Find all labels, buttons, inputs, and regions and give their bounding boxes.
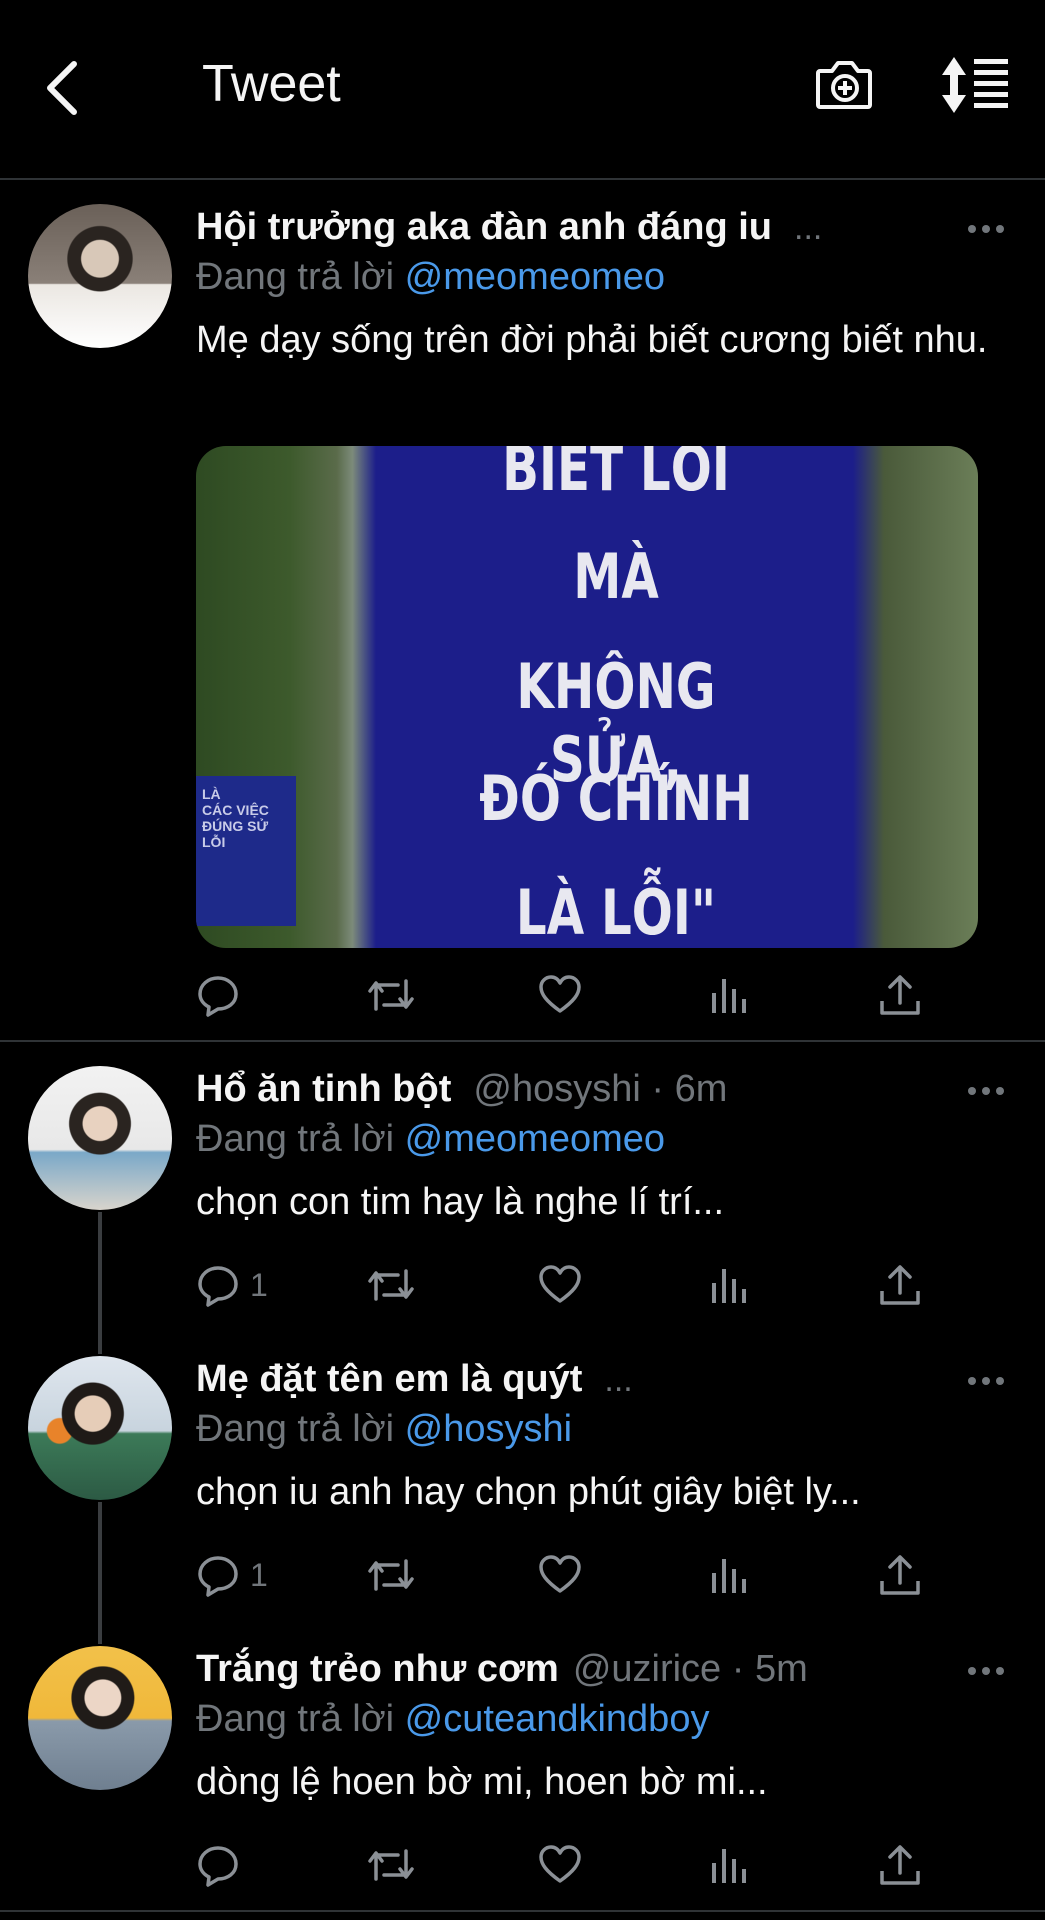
replying-to: Đang trả lời @cuteandkindboy (196, 1698, 709, 1741)
main-tweet[interactable]: Hội trưởng aka đàn anh đáng iu... Đang t… (0, 0, 1045, 1040)
more-dots-icon (968, 1377, 1004, 1385)
author-row: Hổ ăn tinh bột @hosyshi · 6m (196, 1068, 727, 1111)
tweet-text: Mẹ dạy sống trên đời phải biết cương biế… (196, 319, 988, 361)
analytics-icon (712, 979, 746, 1013)
action-bar: 1 (196, 1260, 936, 1310)
share-icon (880, 1845, 920, 1885)
reply-icon (198, 1266, 238, 1307)
sign-line-1: BIẾT LỖI (502, 446, 730, 505)
replying-to: Đang trả lời @meomeomeo (196, 256, 665, 299)
reply-icon (198, 1556, 238, 1597)
reply-button[interactable]: 1 (196, 1550, 268, 1600)
author-name[interactable]: Hội trưởng aka đàn anh đáng iu (196, 206, 772, 248)
retweet-button[interactable] (366, 1260, 416, 1310)
analytics-icon (712, 1849, 746, 1883)
background-sign: LÀ CÁC VIỆC ĐÚNG SỬ LỖI (196, 776, 296, 926)
author-row: Mẹ đặt tên em là quýt... (196, 1358, 633, 1401)
avatar[interactable] (28, 1646, 172, 1790)
heart-icon (539, 1265, 581, 1303)
divider (0, 1040, 1045, 1042)
more-options-button[interactable] (966, 1664, 1006, 1678)
tweet-text: dòng lệ hoen bờ mi, hoen bờ mi... (196, 1761, 768, 1803)
analytics-button[interactable] (708, 1840, 752, 1890)
more-dots-icon (968, 225, 1004, 233)
author-name[interactable]: Hổ ăn tinh bột (196, 1068, 451, 1110)
retweet-button[interactable] (366, 970, 416, 1020)
author-row: Hội trưởng aka đàn anh đáng iu... (196, 206, 822, 249)
share-icon (880, 1265, 920, 1305)
reply-prefix: Đang trả lời (196, 256, 395, 298)
retweet-button[interactable] (366, 1550, 416, 1600)
more-dots-icon (968, 1087, 1004, 1095)
analytics-button[interactable] (708, 1260, 752, 1310)
mention-link[interactable]: @cuteandkindboy (405, 1698, 710, 1740)
heart-icon (539, 975, 581, 1013)
action-bar (196, 1840, 936, 1890)
tweet-image[interactable]: BIẾT LỖI MÀ KHÔNG SỬA, ĐÓ CHÍNH LÀ LỖI" … (196, 446, 978, 948)
retweet-button[interactable] (366, 1840, 416, 1890)
share-icon (880, 1555, 920, 1595)
reply-button[interactable]: 1 (196, 1260, 268, 1310)
replying-to: Đang trả lời @hosyshi (196, 1408, 572, 1451)
more-options-button[interactable] (966, 1084, 1006, 1098)
tweet-text: chọn iu anh hay chọn phút giây biệt ly..… (196, 1471, 861, 1513)
analytics-icon (712, 1559, 746, 1593)
more-options-button[interactable] (966, 1374, 1006, 1388)
reply-count: 1 (250, 1266, 268, 1303)
heart-icon (539, 1845, 581, 1883)
mention-link[interactable]: @meomeomeo (405, 1118, 665, 1160)
retweet-icon (368, 1559, 414, 1591)
more-dots-icon (968, 1667, 1004, 1675)
share-icon (880, 975, 920, 1015)
like-button[interactable] (538, 970, 582, 1020)
reply-tweet[interactable]: Trắng trẻo như cơm @uzirice · 5m Đang trả… (0, 1640, 1045, 1910)
retweet-icon (368, 979, 414, 1011)
share-button[interactable] (878, 1260, 922, 1310)
like-button[interactable] (538, 1550, 582, 1600)
reply-count: 1 (250, 1556, 268, 1593)
reply-tweet[interactable]: Mẹ đặt tên em là quýt... Đang trả lời @h… (0, 1350, 1045, 1640)
heart-icon (539, 1555, 581, 1593)
sign-line-2: MÀ (573, 540, 659, 613)
share-button[interactable] (878, 1550, 922, 1600)
more-options-button[interactable] (966, 222, 1006, 236)
author-handle: @hosyshi · 6m (473, 1068, 728, 1110)
like-button[interactable] (538, 1260, 582, 1310)
avatar[interactable] (28, 1066, 172, 1210)
retweet-icon (368, 1269, 414, 1301)
author-name[interactable]: Mẹ đặt tên em là quýt (196, 1358, 582, 1400)
author-name[interactable]: Trắng trẻo như cơm (196, 1648, 559, 1690)
action-bar: 1 (196, 1550, 936, 1600)
retweet-icon (368, 1849, 414, 1881)
mention-link[interactable]: @meomeomeo (405, 256, 665, 298)
reply-prefix: Đang trả lời (196, 1118, 395, 1160)
reply-prefix: Đang trả lời (196, 1698, 395, 1740)
replying-to: Đang trả lời @meomeomeo (196, 1118, 665, 1161)
reply-button[interactable] (196, 970, 240, 1020)
analytics-button[interactable] (708, 970, 752, 1020)
name-ellipsis: ... (604, 1361, 633, 1399)
name-ellipsis: ... (794, 209, 823, 247)
tweet-text: chọn con tim hay là nghe lí trí... (196, 1181, 725, 1223)
reply-tweet[interactable]: Hổ ăn tinh bột @hosyshi · 6m Đang trả lời… (0, 1060, 1045, 1350)
divider (0, 1910, 1045, 1912)
share-button[interactable] (878, 970, 922, 1020)
reply-button[interactable] (196, 1840, 250, 1890)
analytics-icon (712, 1269, 746, 1303)
analytics-button[interactable] (708, 1550, 752, 1600)
reply-icon (198, 1846, 238, 1887)
sign-line-4: ĐÓ CHÍNH (479, 762, 753, 835)
mention-link[interactable]: @hosyshi (405, 1408, 572, 1450)
avatar[interactable] (28, 1356, 172, 1500)
avatar[interactable] (28, 204, 172, 348)
share-button[interactable] (878, 1840, 922, 1890)
like-button[interactable] (538, 1840, 582, 1890)
author-row: Trắng trẻo như cơm @uzirice · 5m (196, 1648, 808, 1691)
reply-prefix: Đang trả lời (196, 1408, 395, 1450)
author-handle: @uzirice · 5m (572, 1648, 808, 1690)
reply-icon (198, 976, 238, 1017)
action-bar (196, 970, 936, 1020)
sign-line-5: LÀ LỖI" (515, 876, 717, 948)
